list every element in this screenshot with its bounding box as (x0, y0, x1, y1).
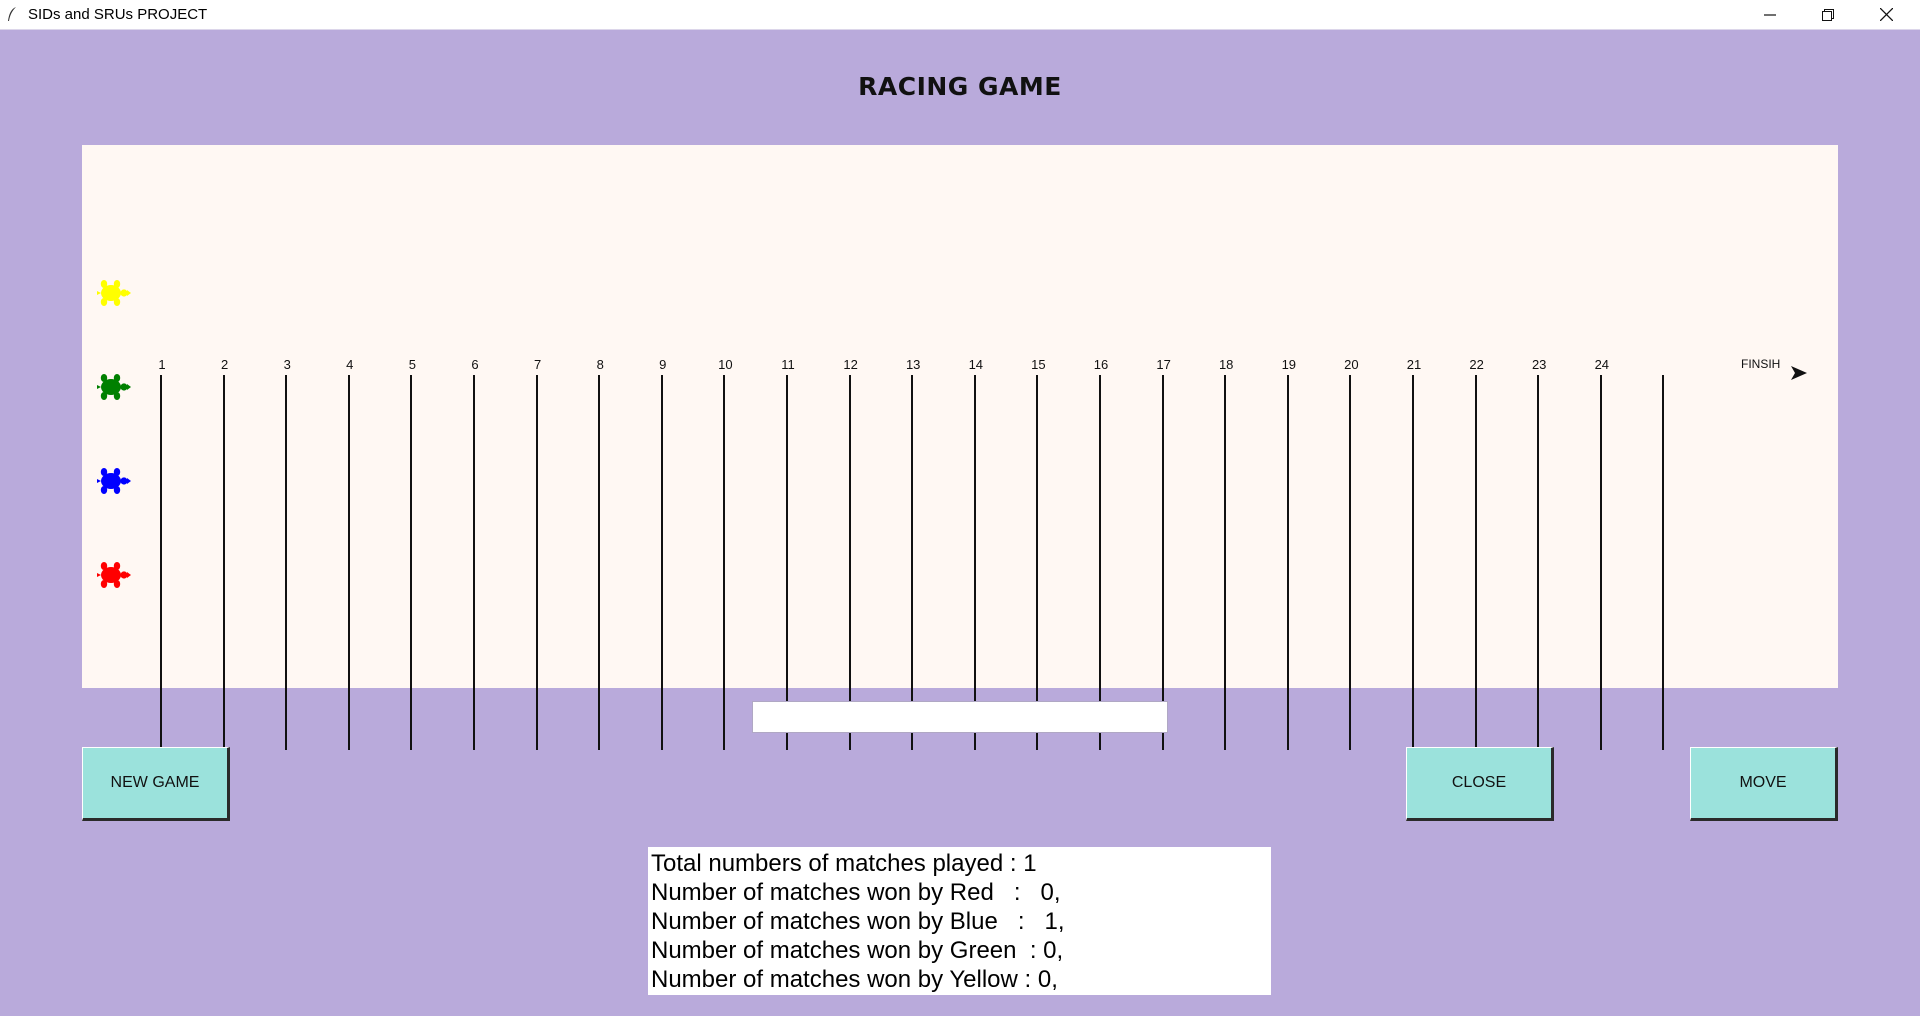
close-icon (1879, 8, 1893, 21)
lane-line (535, 375, 538, 750)
lane-number: 6 (471, 357, 479, 372)
lane-number: 18 (1218, 357, 1234, 372)
stat-green: Number of matches won by Green : 0, (651, 937, 1064, 964)
feather-icon (8, 7, 16, 21)
lane-number: 21 (1406, 357, 1422, 372)
lane-number: 12 (843, 357, 858, 372)
lane-number: 10 (718, 357, 733, 372)
stats-panel: Total numbers of matches played : 1 Numb… (648, 847, 1271, 995)
minimize-icon (1764, 13, 1776, 16)
lane-line (1161, 375, 1164, 750)
lane-number: 13 (905, 357, 921, 372)
lane-line (1474, 375, 1477, 750)
green-turtle-icon (97, 374, 131, 400)
red-turtle-icon (97, 562, 131, 588)
stat-yellow: Number of matches won by Yellow : 0, (651, 966, 1058, 993)
lane-line (285, 375, 288, 750)
lane-number: 14 (968, 357, 984, 372)
lane-line (973, 375, 976, 750)
lane-line (473, 375, 475, 750)
restore-button[interactable] (1800, 0, 1856, 29)
lane-line (598, 375, 601, 750)
lane-number: 23 (1531, 357, 1547, 372)
lane-line (1286, 375, 1289, 750)
arrow-icon (1791, 366, 1807, 380)
lane-line (1537, 375, 1540, 750)
lane-number: 1 (158, 357, 166, 372)
stat-blue: Number of matches won by Blue : 1, (651, 908, 1065, 935)
lane-number: 11 (781, 357, 795, 372)
lane-line (1349, 375, 1352, 750)
lane-line (786, 375, 788, 750)
lane-line (1099, 375, 1101, 750)
lane-number: 3 (283, 357, 291, 372)
lane-line (347, 375, 350, 750)
lane-line (410, 375, 413, 750)
stat-total: Total numbers of matches played : 1 (651, 850, 1037, 877)
yellow-turtle-icon (97, 280, 131, 306)
close-window-button[interactable] (1858, 0, 1914, 29)
lane-number: 9 (659, 357, 667, 372)
minimize-button[interactable] (1742, 0, 1798, 29)
lane-number: 17 (1156, 357, 1171, 372)
lane-number: 19 (1281, 357, 1297, 372)
lane-line (1036, 375, 1039, 750)
lane-line (723, 375, 726, 750)
restore-icon (1822, 8, 1834, 21)
lane-line (660, 375, 663, 750)
finish-label: FINSIH (1741, 357, 1781, 371)
new-game-button[interactable]: NEW GAME (82, 747, 230, 821)
game-title: RACING GAME (858, 72, 1062, 101)
stat-red: Number of matches won by Red : 0, (651, 879, 1061, 906)
lane-line (911, 375, 914, 750)
lane-line (1412, 375, 1414, 750)
close-button[interactable]: CLOSE (1406, 747, 1554, 821)
lane-number: 4 (346, 357, 354, 372)
lane-number: 16 (1093, 357, 1109, 372)
finish-line (1662, 375, 1665, 750)
window-title: SIDs and SRUs PROJECT (28, 6, 208, 23)
lane-number: 5 (408, 357, 417, 372)
lane-number: 20 (1344, 357, 1359, 372)
lane-line (1599, 375, 1602, 750)
lane-line (848, 375, 851, 750)
lane-number: 22 (1469, 357, 1484, 372)
lane-line (222, 375, 225, 750)
lane-number: 15 (1031, 357, 1046, 372)
blue-turtle-icon (97, 468, 131, 494)
lane-line (1224, 375, 1227, 750)
lane-number: 24 (1594, 357, 1610, 372)
move-button[interactable]: MOVE (1690, 747, 1838, 821)
lane-number: 8 (596, 357, 604, 372)
race-canvas: 1 2 3 4 5 6 7 8 9 10 11 12 13 14 15 16 17 18 19 20 21 22 23 24 … (82, 145, 1838, 750)
title-bar: SIDs and SRUs PROJECT (0, 0, 1920, 30)
lane-number: 7 (533, 357, 542, 372)
result-entry[interactable] (752, 701, 1168, 733)
lane-number: 2 (220, 357, 229, 372)
lane-line (160, 375, 162, 750)
